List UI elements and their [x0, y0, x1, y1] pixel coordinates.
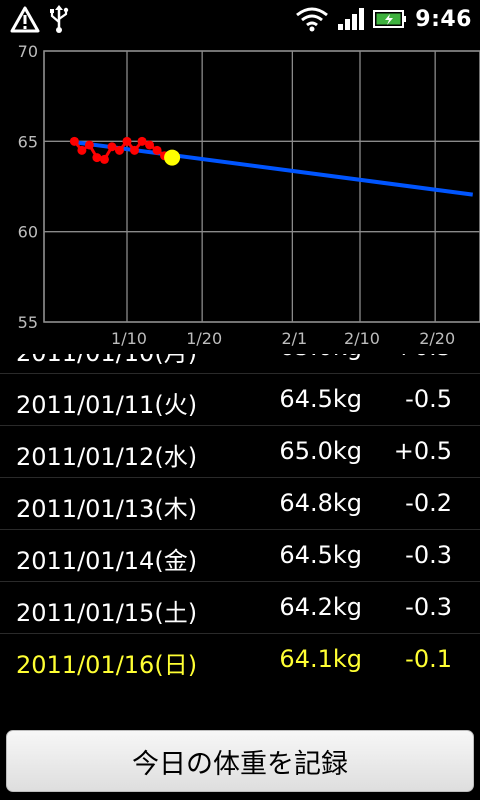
record-diff: +0.5	[394, 354, 452, 361]
y-tick-label: 70	[18, 42, 38, 61]
weight-data-point	[114, 145, 124, 155]
record-diff: -0.1	[405, 645, 452, 673]
weight-record-list[interactable]: 2011/01/10(月) 65.0kg +0.5 2011/01/11(火) 64.5…	[0, 354, 480, 726]
weight-data-point	[122, 136, 132, 146]
weight-record-row[interactable]: 2011/01/11(火) 64.5kg -0.5	[0, 374, 480, 426]
record-diff: -0.5	[405, 385, 452, 413]
today-data-point	[164, 149, 181, 166]
weight-record-row[interactable]: 2011/01/15(土) 64.2kg -0.3	[0, 582, 480, 634]
record-today-weight-button[interactable]: 今日の体重を記録	[6, 730, 474, 792]
record-weight: 65.0kg	[279, 354, 362, 361]
weight-record-row[interactable]: 2011/01/10(月) 65.0kg +0.5	[0, 354, 480, 374]
record-weight: 64.8kg	[279, 489, 362, 517]
weight-data-point	[152, 145, 162, 155]
weight-data-point	[77, 145, 87, 155]
record-date: 2011/01/14(金)	[16, 547, 198, 575]
record-weight: 65.0kg	[279, 437, 362, 465]
record-weight: 64.5kg	[279, 541, 362, 569]
weight-data-point	[92, 153, 102, 163]
weight-data-point	[145, 140, 155, 150]
record-diff: +0.5	[393, 437, 452, 465]
record-diff: -0.3	[405, 593, 452, 621]
record-date: 2011/01/16(日)	[16, 651, 198, 679]
x-tick-label: 2/20	[419, 329, 455, 348]
weight-data-point	[130, 145, 140, 155]
weight-record-row[interactable]: 2011/01/12(水) 65.0kg +0.5	[0, 426, 480, 478]
warning-icon	[10, 5, 40, 33]
record-date: 2011/01/13(木)	[16, 495, 198, 523]
usb-icon	[48, 4, 70, 34]
record-diff: -0.2	[405, 489, 452, 517]
signal-icon	[337, 7, 365, 31]
weight-data-point	[84, 140, 94, 150]
weight-record-row[interactable]: 2011/01/14(金) 64.5kg -0.3	[0, 530, 480, 582]
y-tick-label: 65	[18, 132, 38, 151]
x-tick-label: 1/10	[111, 329, 147, 348]
record-date: 2011/01/12(水)	[16, 443, 198, 471]
wifi-icon	[295, 6, 329, 32]
weight-record-row[interactable]: 2011/01/13(木) 64.8kg -0.2	[0, 478, 480, 530]
record-weight: 64.5kg	[279, 385, 362, 413]
x-tick-label: 1/20	[186, 329, 222, 348]
record-date: 2011/01/11(火)	[16, 391, 198, 419]
weight-chart-svg: 70 65 60 55 1/10 1/20 2/1 2/10 2/20	[18, 42, 480, 348]
weight-data-point	[99, 154, 109, 164]
record-weight: 64.1kg	[279, 645, 362, 673]
record-date: 2011/01/15(土)	[16, 599, 198, 627]
y-tick-label: 55	[18, 313, 38, 332]
record-diff: -0.3	[405, 541, 452, 569]
battery-charging-icon	[373, 9, 407, 29]
weight-record-row[interactable]: 2011/01/16(日) 64.1kg -0.1	[0, 634, 480, 685]
weight-data-point	[69, 136, 79, 146]
clock-time: 9:46	[415, 6, 472, 32]
x-tick-label: 2/10	[344, 329, 380, 348]
record-weight: 64.2kg	[279, 593, 362, 621]
y-tick-label: 60	[18, 223, 38, 242]
x-tick-label: 2/1	[281, 329, 307, 348]
status-bar: 9:46	[0, 0, 480, 38]
weight-chart: 70 65 60 55 1/10 1/20 2/1 2/10 2/20	[0, 38, 480, 354]
record-date: 2011/01/10(月)	[16, 354, 197, 368]
